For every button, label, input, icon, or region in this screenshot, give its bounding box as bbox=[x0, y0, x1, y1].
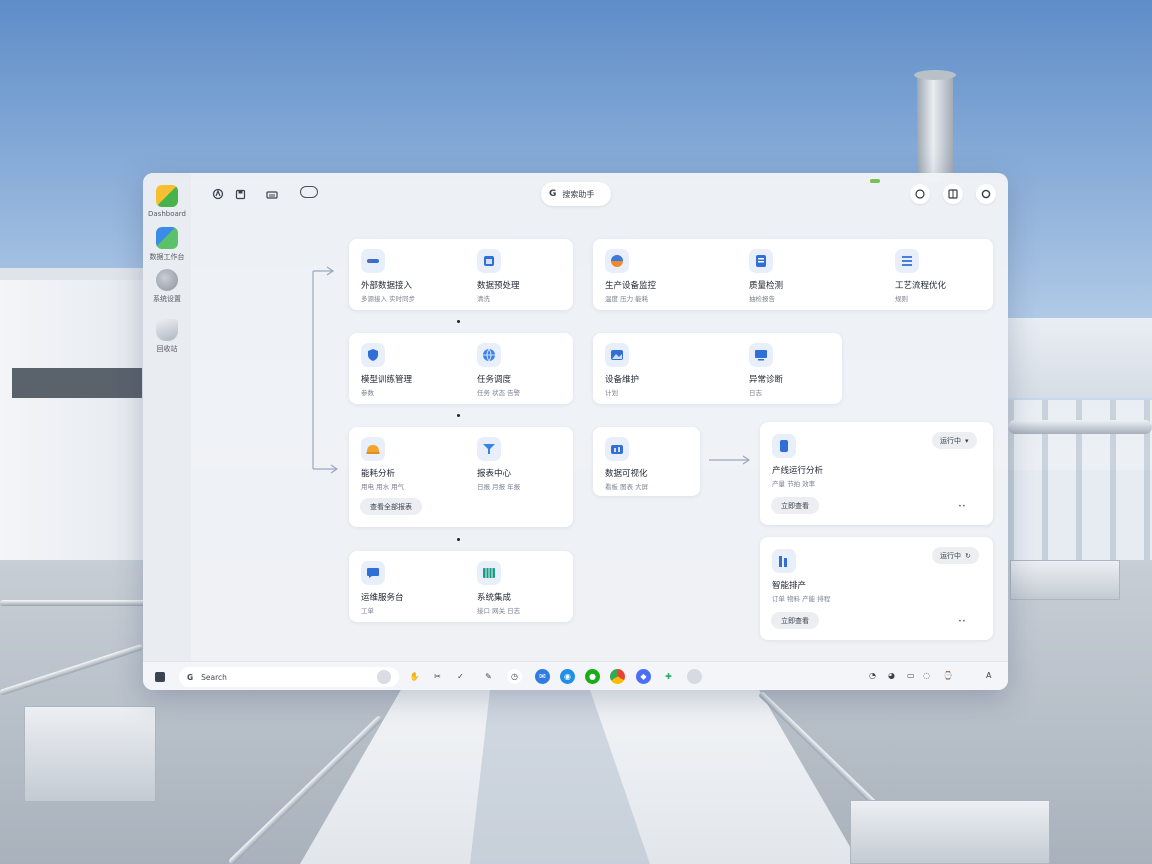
wifi-icon[interactable]: ◔ bbox=[869, 671, 876, 680]
browser-icon[interactable]: ◉ bbox=[560, 669, 575, 684]
cut-icon[interactable]: ✂ bbox=[430, 669, 445, 684]
view-now-button[interactable]: 立即查看 bbox=[771, 612, 819, 629]
chat-icon bbox=[361, 561, 385, 585]
workflow-card-row2-left: 模型训练管理 参数 任务调度 任务 状态 告警 bbox=[349, 333, 573, 404]
tile-data-visualization[interactable]: 数据可视化 看板 图表 大屏 bbox=[605, 437, 648, 491]
helmet-icon bbox=[361, 437, 385, 461]
tile-ops-service[interactable]: 运维服务台 工单 bbox=[361, 561, 404, 615]
bars-icon bbox=[772, 549, 796, 573]
volume-icon[interactable]: ◕ bbox=[888, 671, 895, 680]
image-icon bbox=[605, 343, 629, 367]
tile-process-optimize[interactable]: 工艺流程优化 规则 bbox=[895, 249, 946, 303]
start-icon[interactable] bbox=[155, 672, 165, 682]
pipe bbox=[1008, 420, 1152, 434]
factory-building-left bbox=[0, 268, 150, 588]
mail-icon[interactable]: ✉ bbox=[535, 669, 550, 684]
check-icon[interactable]: ✓ bbox=[453, 669, 468, 684]
chimney-cap bbox=[914, 70, 956, 80]
tile-equipment-monitor[interactable]: 生产设备监控 温度 压力 能耗 bbox=[605, 249, 656, 303]
tile-maintenance[interactable]: 设备维护 计划 bbox=[605, 343, 639, 397]
tile-anomaly-diagnosis[interactable]: 异常诊断 日志 bbox=[749, 343, 783, 397]
globe-icon bbox=[477, 343, 501, 367]
chimney bbox=[917, 72, 953, 182]
app-window: Dashboard 数据工作台 系统设置 回收站 G 搜索助手 外部数据接入 多… bbox=[143, 173, 1008, 690]
tile-system-integration[interactable]: 系统集成 接口 网关 日志 bbox=[477, 561, 520, 615]
document-icon bbox=[749, 249, 773, 273]
taskbar-search[interactable]: G Search bbox=[179, 667, 399, 687]
status-chip[interactable]: 运行中 ▾ bbox=[932, 432, 977, 449]
color-icon bbox=[605, 249, 629, 273]
workflow-card-row2-right: 设备维护 计划 异常诊断 日志 bbox=[593, 333, 842, 404]
chart-icon bbox=[605, 437, 629, 461]
equipment-box bbox=[24, 706, 156, 802]
hand-icon[interactable]: ✋ bbox=[407, 669, 422, 684]
workflow-card-row4-left: 运维服务台 工单 系统集成 接口 网关 日志 bbox=[349, 551, 573, 622]
workflow-card-row1-right: 生产设备监控 温度 压力 能耗 质量检测 抽检报告 工艺流程优化 规则 bbox=[593, 239, 993, 310]
tile-data-ingest[interactable]: 外部数据接入 多源接入 实时同步 bbox=[361, 249, 415, 303]
tile-smart-scheduling[interactable]: 智能排产 订单 物料 产能 排程 bbox=[772, 549, 830, 603]
building-windows bbox=[12, 368, 142, 398]
workflow-card-row3-mid: 数据可视化 看板 图表 大屏 bbox=[593, 427, 700, 496]
shield-icon bbox=[361, 343, 385, 367]
view-now-button[interactable]: 立即查看 bbox=[771, 497, 819, 514]
view-all-reports-button[interactable]: 查看全部报表 bbox=[360, 498, 422, 515]
detail-card-line-analysis[interactable]: 产线运行分析 产量 节拍 效率 运行中 ▾ 立即查看 •• bbox=[760, 422, 993, 525]
vpn-icon[interactable]: ◆ bbox=[636, 669, 651, 684]
more-indicator: •• bbox=[958, 617, 966, 625]
search-placeholder: Search bbox=[201, 672, 227, 682]
workflow-card-row1-left: 外部数据接入 多源接入 实时同步 数据预处理 清洗 bbox=[349, 239, 573, 310]
tile-energy-analysis[interactable]: 能耗分析 用电 用水 用气 bbox=[361, 437, 404, 491]
wechat-icon[interactable]: ● bbox=[585, 669, 600, 684]
tile-preprocess[interactable]: 数据预处理 清洗 bbox=[477, 249, 520, 303]
tile-report-center[interactable]: 报表中心 日报 月报 年报 bbox=[477, 437, 520, 491]
notification-icon[interactable]: ◌ bbox=[923, 671, 930, 680]
refresh-icon: ↻ bbox=[965, 551, 971, 560]
equipment-box bbox=[850, 800, 1050, 864]
search-icon: G bbox=[187, 672, 194, 682]
status-chip[interactable]: 运行中 ↻ bbox=[932, 547, 979, 564]
code-icon bbox=[895, 249, 919, 273]
equipment-box bbox=[1010, 560, 1120, 600]
tile-line-analysis[interactable]: 产线运行分析 产量 节拍 效率 bbox=[772, 434, 823, 488]
pen-icon bbox=[361, 249, 385, 273]
tile-model-training[interactable]: 模型训练管理 参数 bbox=[361, 343, 412, 397]
input-method[interactable]: A bbox=[986, 671, 991, 680]
pen-icon[interactable]: ✎ bbox=[481, 669, 496, 684]
cloud-icon[interactable] bbox=[687, 669, 702, 684]
workflow-card-row3-left: 能耗分析 用电 用水 用气 报表中心 日报 月报 年报 查看全部报表 bbox=[349, 427, 573, 527]
battery-icon[interactable]: ▭ bbox=[907, 671, 915, 680]
taskbar: G Search ✋ ✂ ✓ ✎ ◷ ✉ ◉ ● ◆ ✚ ◔ ◕ ▭ ◌ ⌚ A bbox=[143, 661, 1008, 690]
chrome-icon[interactable] bbox=[610, 669, 625, 684]
chevron-down-icon: ▾ bbox=[965, 436, 969, 445]
factory-building-right bbox=[1008, 318, 1152, 398]
more-indicator: •• bbox=[958, 502, 966, 510]
detail-card-smart-scheduling[interactable]: 智能排产 订单 物料 产能 排程 运行中 ↻ 立即查看 •• bbox=[760, 537, 993, 640]
tile-quality-check[interactable]: 质量检测 抽检报告 bbox=[749, 249, 783, 303]
mic-icon[interactable] bbox=[377, 670, 391, 684]
funnel-icon bbox=[477, 437, 501, 461]
grid-icon bbox=[477, 561, 501, 585]
calendar-icon bbox=[477, 249, 501, 273]
tablet-icon bbox=[772, 434, 796, 458]
tile-task-schedule[interactable]: 任务调度 任务 状态 告警 bbox=[477, 343, 520, 397]
clock-icon[interactable]: ◷ bbox=[507, 669, 522, 684]
monitor-icon bbox=[749, 343, 773, 367]
railing bbox=[0, 600, 150, 606]
pin-icon[interactable]: ✚ bbox=[661, 669, 676, 684]
clock-tray[interactable]: ⌚ bbox=[943, 671, 953, 680]
